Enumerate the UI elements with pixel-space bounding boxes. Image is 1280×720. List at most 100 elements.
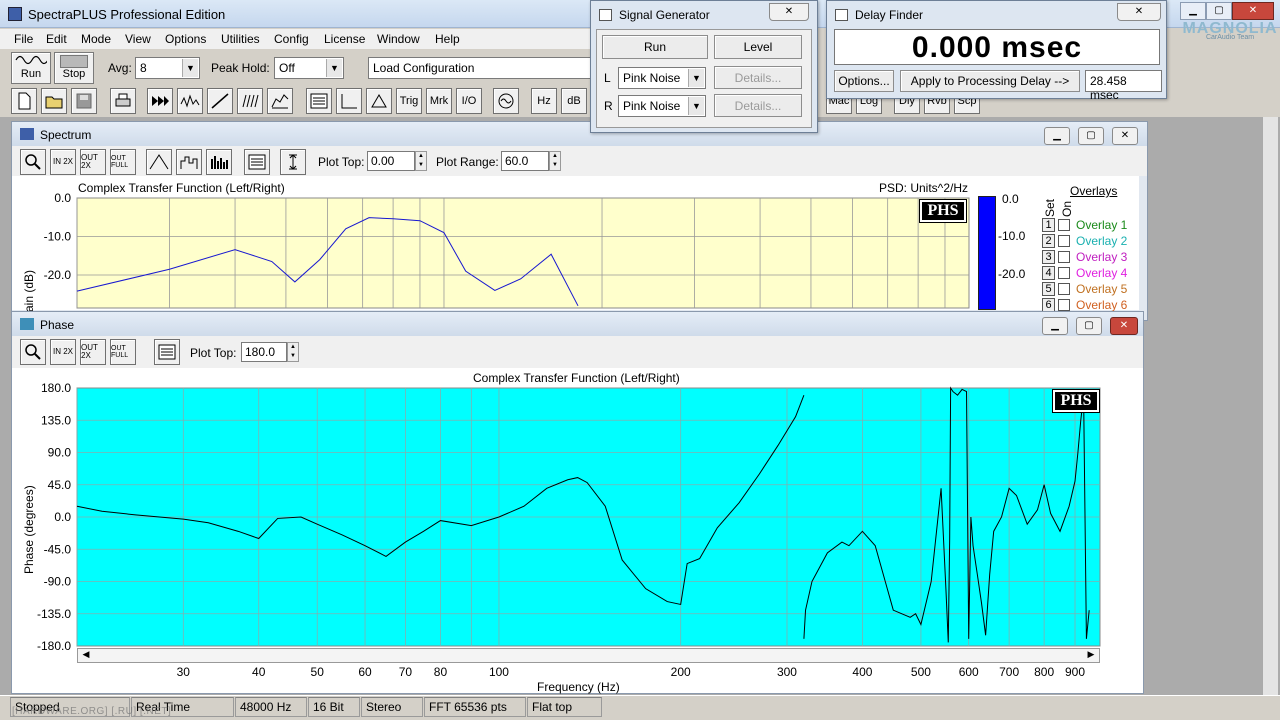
delay-finder-close-button[interactable]: ✕ <box>1117 3 1161 21</box>
right-details-button[interactable]: Details... <box>714 94 802 117</box>
overlay-checkbox[interactable] <box>1058 267 1070 279</box>
open-icon[interactable] <box>41 88 67 114</box>
zoom-out-full-button[interactable]: OUT FULL <box>110 339 136 365</box>
signal-generator-close-button[interactable]: ✕ <box>769 3 809 21</box>
delay-options-button[interactable]: Options... <box>834 70 894 92</box>
horizontal-scrollbar[interactable]: ◀ ▶ <box>77 648 1100 663</box>
spectrum-plot-range-input[interactable]: 60.0 ▲ ▼ <box>501 151 561 171</box>
new-icon[interactable] <box>11 88 37 114</box>
stack-icon[interactable] <box>237 88 263 114</box>
generator-level-button[interactable]: Level <box>714 35 802 59</box>
overlay-set-number[interactable]: 1 <box>1042 218 1055 232</box>
waveform-icon[interactable] <box>177 88 203 114</box>
print-icon[interactable] <box>110 88 136 114</box>
menu-license[interactable]: License <box>324 32 365 46</box>
overlay-checkbox[interactable] <box>1058 235 1070 247</box>
overlay-set-number[interactable]: 6 <box>1042 298 1055 312</box>
maximize-button[interactable]: ▢ <box>1206 2 1232 20</box>
table-icon[interactable] <box>244 149 270 175</box>
scale-icon[interactable] <box>280 149 306 175</box>
spinner-icon[interactable]: ▲ ▼ <box>549 151 561 171</box>
phase-window: Phase ▁ ▢ ✕ IN 2X OUT 2X OUT FULL Plot T… <box>11 311 1144 694</box>
stop-button[interactable]: Stop <box>54 52 94 84</box>
spectrum-close-button[interactable]: ✕ <box>1112 127 1138 145</box>
db-button[interactable]: dB <box>561 88 587 114</box>
menu-mode[interactable]: Mode <box>81 32 111 46</box>
run-button[interactable]: Run <box>11 52 51 84</box>
phase-title-bar[interactable]: Phase ▁ ▢ ✕ <box>12 312 1143 336</box>
overlay-item[interactable]: 3 Overlay 3 <box>1042 250 1142 265</box>
overlay-set-number[interactable]: 4 <box>1042 266 1055 280</box>
overlay-checkbox[interactable] <box>1058 299 1070 311</box>
menu-edit[interactable]: Edit <box>46 32 67 46</box>
spectrum-title-bar[interactable]: Spectrum ▁ ▢ ✕ <box>12 122 1147 146</box>
fast-forward-icon[interactable] <box>147 88 173 114</box>
peak-icon[interactable] <box>146 149 172 175</box>
generator-icon[interactable] <box>493 88 519 114</box>
overlay-checkbox[interactable] <box>1058 219 1070 231</box>
overlay-set-number[interactable]: 3 <box>1042 250 1055 264</box>
menu-options[interactable]: Options <box>165 32 206 46</box>
phase-close-button[interactable]: ✕ <box>1110 317 1138 335</box>
graph-icon[interactable] <box>336 88 362 114</box>
overlays-header[interactable]: Overlays <box>1070 184 1117 198</box>
zoom-in-2x-button[interactable]: IN 2X <box>50 149 76 175</box>
menu-utilities[interactable]: Utilities <box>221 32 260 46</box>
save-icon[interactable] <box>71 88 97 114</box>
table-icon[interactable] <box>154 339 180 365</box>
overlay-checkbox[interactable] <box>1058 251 1070 263</box>
phase-maximize-button[interactable]: ▢ <box>1076 317 1102 335</box>
ramp-icon[interactable] <box>207 88 233 114</box>
overlay-set-number[interactable]: 5 <box>1042 282 1055 296</box>
overlay-checkbox[interactable] <box>1058 283 1070 295</box>
spectrum-maximize-button[interactable]: ▢ <box>1078 127 1104 145</box>
generator-run-button[interactable]: Run <box>602 35 708 59</box>
table-icon[interactable] <box>306 88 332 114</box>
bars-icon[interactable] <box>176 149 202 175</box>
avg-select[interactable]: 8 ▼ <box>135 57 200 79</box>
apply-delay-button[interactable]: Apply to Processing Delay --> <box>900 70 1080 92</box>
load-configuration-select[interactable]: Load Configuration <box>368 57 592 79</box>
scroll-right-icon[interactable]: ▶ <box>1084 649 1098 662</box>
menu-view[interactable]: View <box>125 32 151 46</box>
peak-hold-select[interactable]: Off ▼ <box>274 57 344 79</box>
spectrogram-icon[interactable] <box>267 88 293 114</box>
hz-button[interactable]: Hz <box>531 88 557 114</box>
spinner-icon[interactable]: ▲ ▼ <box>287 342 299 362</box>
overlay-item[interactable]: 4 Overlay 4 <box>1042 266 1142 281</box>
spectrum-plot-top-input[interactable]: 0.00 ▲ ▼ <box>367 151 427 171</box>
left-signal-select[interactable]: Pink Noise ▼ <box>618 67 706 89</box>
zoom-out-full-button[interactable]: OUT FULL <box>110 149 136 175</box>
overlay-set-number[interactable]: 2 <box>1042 234 1055 248</box>
overlay-item[interactable]: 1 Overlay 1 <box>1042 218 1142 233</box>
histogram-icon[interactable] <box>206 149 232 175</box>
spinner-icon[interactable]: ▲ ▼ <box>415 151 427 171</box>
phase-y-axis-label: Phase (degrees) <box>22 485 36 574</box>
menu-config[interactable]: Config <box>274 32 309 46</box>
phase-x-tick: 30 <box>177 665 191 679</box>
main-vertical-scrollbar[interactable] <box>1262 117 1278 695</box>
overlay-item[interactable]: 2 Overlay 2 <box>1042 234 1142 249</box>
peak-meter-icon[interactable] <box>366 88 392 114</box>
menu-help[interactable]: Help <box>435 32 460 46</box>
close-button[interactable]: ✕ <box>1232 2 1274 20</box>
zoom-icon[interactable] <box>20 149 46 175</box>
phase-minimize-button[interactable]: ▁ <box>1042 317 1068 335</box>
phase-plot-top-input[interactable]: 180.0 ▲ ▼ <box>241 342 299 362</box>
zoom-in-2x-button[interactable]: IN 2X <box>50 339 76 365</box>
marker-button[interactable]: Mrk <box>426 88 452 114</box>
left-details-button[interactable]: Details... <box>714 66 802 89</box>
minimize-button[interactable]: ▁ <box>1180 2 1206 20</box>
zoom-out-2x-button[interactable]: OUT 2X <box>80 339 106 365</box>
delay-value-field[interactable]: 28.458 msec <box>1085 70 1162 102</box>
right-signal-select[interactable]: Pink Noise ▼ <box>618 95 706 117</box>
menu-window[interactable]: Window <box>377 32 420 46</box>
menu-file[interactable]: File <box>14 32 33 46</box>
overlay-item[interactable]: 5 Overlay 5 <box>1042 282 1142 297</box>
zoom-out-2x-button[interactable]: OUT 2X <box>80 149 106 175</box>
scroll-left-icon[interactable]: ◀ <box>79 649 93 662</box>
trig-button[interactable]: Trig <box>396 88 422 114</box>
spectrum-minimize-button[interactable]: ▁ <box>1044 127 1070 145</box>
io-button[interactable]: I/O <box>456 88 482 114</box>
zoom-icon[interactable] <box>20 339 46 365</box>
